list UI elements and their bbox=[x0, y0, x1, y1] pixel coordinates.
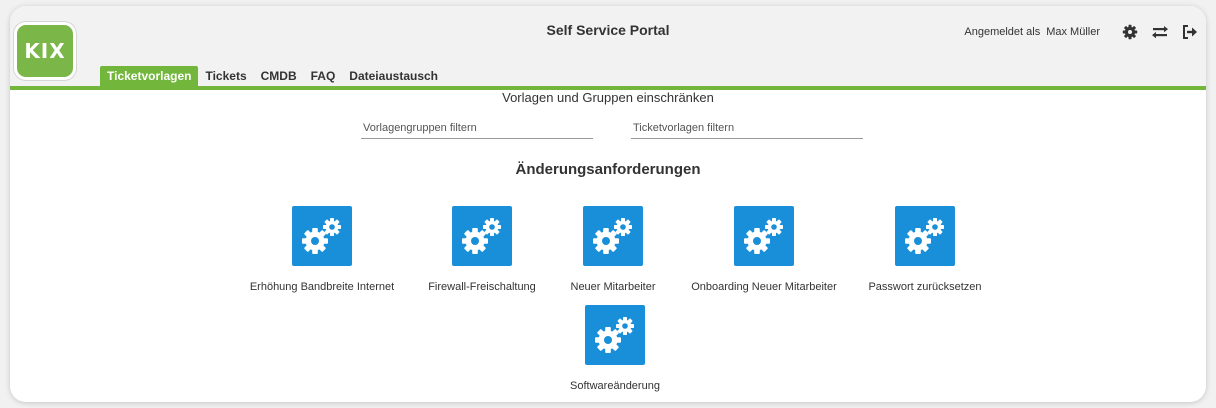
logo-text: KIX bbox=[24, 39, 66, 63]
template-label: Neuer Mitarbeiter bbox=[570, 281, 656, 293]
logout-icon[interactable] bbox=[1182, 24, 1198, 40]
logged-in-label: Angemeldet als bbox=[964, 26, 1041, 38]
template-label: Onboarding Neuer Mitarbeiter bbox=[691, 281, 837, 293]
template-tile[interactable]: Softwareänderung bbox=[530, 305, 700, 392]
gears-icon bbox=[583, 206, 643, 266]
template-tile[interactable]: Neuer Mitarbeiter bbox=[528, 206, 698, 293]
header-icons bbox=[1122, 24, 1198, 40]
template-filter-input[interactable] bbox=[631, 120, 863, 139]
gears-icon bbox=[734, 206, 794, 266]
main-tabs: Ticketvorlagen Tickets CMDB FAQ Dateiaus… bbox=[100, 66, 445, 86]
tab-tickets[interactable]: Tickets bbox=[198, 66, 253, 86]
user-info: Angemeldet als Max Müller bbox=[964, 26, 1100, 38]
group-filter-input[interactable] bbox=[361, 120, 593, 139]
gear-icon[interactable] bbox=[1122, 24, 1138, 40]
header: KIX Self Service Portal Angemeldet als Ma… bbox=[10, 6, 1206, 86]
gears-icon bbox=[895, 206, 955, 266]
swap-icon[interactable] bbox=[1152, 24, 1168, 40]
gears-icon bbox=[292, 206, 352, 266]
template-label: Erhöhung Bandbreite Internet bbox=[249, 281, 395, 293]
gears-icon bbox=[452, 206, 512, 266]
template-tile[interactable]: Passwort zurücksetzen bbox=[840, 206, 1010, 293]
tab-faq[interactable]: FAQ bbox=[304, 66, 343, 86]
filter-heading: Vorlagen und Gruppen einschränken bbox=[502, 90, 714, 105]
tab-ticketvorlagen[interactable]: Ticketvorlagen bbox=[100, 66, 199, 86]
tab-cmdb[interactable]: CMDB bbox=[254, 66, 304, 86]
template-tile[interactable]: Onboarding Neuer Mitarbeiter bbox=[679, 206, 849, 293]
template-tile[interactable]: Erhöhung Bandbreite Internet bbox=[237, 206, 407, 293]
gears-icon bbox=[585, 305, 645, 365]
group-title: Änderungsanforderungen bbox=[515, 161, 701, 178]
user-name: Max Müller bbox=[1046, 26, 1100, 38]
template-label: Softwareänderung bbox=[570, 380, 660, 392]
tab-dateiaustausch[interactable]: Dateiaustausch bbox=[342, 66, 445, 86]
portal-window: KIX Self Service Portal Angemeldet als Ma… bbox=[10, 6, 1206, 402]
template-label: Passwort zurücksetzen bbox=[868, 281, 982, 293]
